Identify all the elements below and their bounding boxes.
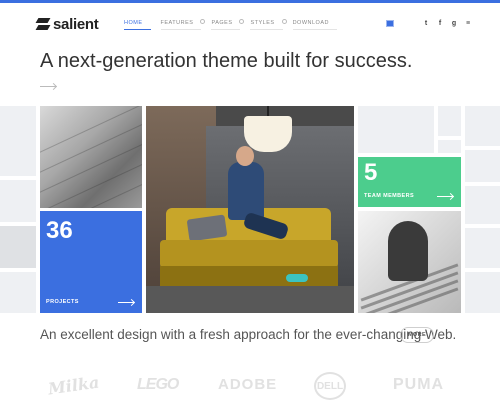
bench-photo[interactable] [358, 211, 461, 313]
milka-logo[interactable]: Milka [47, 373, 100, 399]
google-plus-icon[interactable]: g [451, 20, 457, 28]
projects-label: PROJECTS [46, 299, 79, 305]
projects-count: 36 [46, 217, 73, 244]
decor-tile [465, 186, 500, 224]
decor-tile [465, 150, 500, 182]
nav-label: FEATURES [160, 20, 194, 26]
decor-tile [0, 226, 36, 268]
dropdown-icon [239, 19, 245, 24]
decor-tile [438, 140, 461, 153]
team-label: TEAM MEMBERS [364, 193, 415, 199]
dropdown-icon [281, 19, 287, 24]
skin-texture [40, 174, 142, 208]
nav-label: DOWNLOAD [292, 20, 329, 26]
nav-label: PAGES [211, 20, 233, 26]
active-underline [124, 29, 151, 30]
elephant-photo[interactable] [40, 106, 142, 208]
decor-tile [465, 106, 500, 146]
nav-item-download[interactable]: DOWNLOAD [292, 17, 337, 30]
nav-divider [292, 29, 337, 30]
logo-text: salient [53, 15, 99, 33]
tagline-text: An excellent design with a fresh approac… [40, 327, 457, 342]
lamp-wire [267, 106, 269, 116]
puma-logo[interactable]: PUMA [393, 376, 444, 394]
nav-label: STYLES [250, 20, 275, 26]
dropdown-icon [200, 19, 206, 24]
skin-texture [40, 154, 142, 208]
decor-tile [0, 272, 36, 313]
sofa-base [160, 266, 338, 286]
main-nav: HOME FEATURES PAGES STYLES DOWNLOAD [124, 17, 347, 30]
arrow-right-icon [437, 196, 453, 197]
bench-shadow [388, 221, 428, 281]
person-torso [228, 162, 264, 220]
facebook-icon[interactable]: f [437, 20, 443, 28]
skin-texture [40, 114, 142, 179]
nav-item-pages[interactable]: PAGES [211, 17, 245, 30]
twitter-icon[interactable]: t [423, 20, 429, 28]
dell-logo[interactable]: DELL [314, 372, 346, 400]
projects-stat-tile[interactable]: 36 PROJECTS [40, 211, 142, 313]
logo[interactable]: salient [37, 15, 99, 33]
person-head [236, 146, 254, 166]
site-header: salient HOME FEATURES PAGES STYLES DOWNL… [0, 3, 500, 40]
rss-icon[interactable]: ≡ [465, 20, 471, 28]
language-flag-icon[interactable] [386, 20, 394, 27]
hero-title: A next-generation theme built for succes… [40, 50, 413, 72]
decor-tile [465, 272, 500, 313]
team-count: 5 [364, 159, 378, 186]
client-logos: Milka LEGO ADOBE DELL PUMA [0, 370, 500, 400]
nav-item-features[interactable]: FEATURES [160, 17, 206, 30]
photo-floor [146, 286, 354, 313]
hero-arrow-icon [40, 86, 56, 87]
sofa-seat [160, 240, 338, 268]
decor-tile [0, 106, 36, 176]
decor-tile [465, 228, 500, 268]
lamp-shade [244, 116, 292, 152]
nav-item-home[interactable]: HOME [124, 17, 151, 30]
nav-divider [160, 29, 202, 30]
person-shoe [286, 274, 308, 282]
decor-tile [0, 180, 36, 222]
team-stat-tile[interactable]: 5 TEAM MEMBERS [358, 157, 461, 207]
social-links: t f g ≡ [423, 20, 471, 28]
lego-logo[interactable]: LEGO [137, 376, 179, 394]
decor-tile [358, 106, 434, 153]
logo-icon [37, 18, 49, 30]
nav-label: HOME [124, 20, 143, 26]
featured-photo[interactable] [146, 106, 354, 313]
nav-divider [250, 29, 283, 30]
adobe-logo[interactable]: ADOBE [218, 376, 277, 393]
nav-divider [211, 29, 241, 30]
decor-tile [438, 106, 461, 136]
nav-item-styles[interactable]: STYLES [250, 17, 287, 30]
arrow-right-icon [118, 302, 134, 303]
more-button[interactable]: MORE [400, 327, 434, 343]
